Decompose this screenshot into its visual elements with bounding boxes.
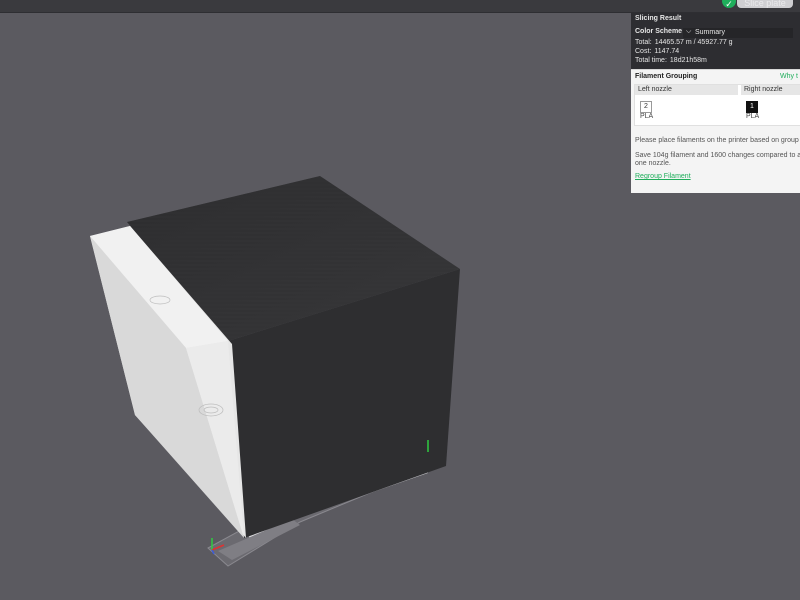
top-toolbar [0, 0, 800, 13]
color-scheme-value: Summary [695, 29, 725, 36]
total-label: Total: [635, 39, 652, 46]
total-stat: Total: 14465.57 m / 45927.77 g [635, 39, 733, 46]
cost-value: 1147.74 [654, 48, 680, 55]
left-filament-slot[interactable]: 2 [640, 101, 652, 113]
color-scheme-select[interactable]: ⌵ Summary [683, 28, 793, 38]
right-nozzle-header: Right nozzle [741, 85, 800, 95]
regroup-filament-link[interactable]: Regroup Filament [635, 173, 691, 180]
left-nozzle-header: Left nozzle [635, 85, 738, 95]
chevron-down-icon: ⌵ [686, 28, 692, 35]
total-time-stat: Total time: 18d21h58m [635, 57, 707, 64]
right-filament-material: PLA [746, 113, 760, 120]
slicing-result-panel: Slicing Result Color Scheme Total: 14465.… [631, 13, 800, 69]
time-value: 18d21h58m [669, 57, 707, 64]
left-filament-material: PLA [640, 113, 654, 120]
total-value: 14465.57 m / 45927.77 g [654, 39, 733, 46]
why-link[interactable]: Why t [780, 73, 798, 80]
slice-plate-button[interactable]: Slice plate [737, 0, 793, 8]
placement-message: Please place filaments on the printer ba… [635, 137, 799, 144]
nozzle-table: Left nozzle Right nozzle 2 1 PLA PLA [634, 84, 800, 126]
cost-label: Cost: [635, 48, 652, 55]
cost-stat: Cost: 1147.74 [635, 48, 679, 55]
slicing-result-title: Slicing Result [635, 15, 682, 22]
color-scheme-label: Color Scheme [635, 28, 683, 35]
right-filament-slot[interactable]: 1 [746, 101, 758, 113]
filament-grouping-panel: Filament Grouping Why t Left nozzle Righ… [631, 69, 800, 193]
time-label: Total time: [635, 57, 667, 64]
filament-grouping-title: Filament Grouping [635, 73, 698, 80]
savings-message: Save 104g filament and 1600 changes comp… [635, 152, 800, 167]
